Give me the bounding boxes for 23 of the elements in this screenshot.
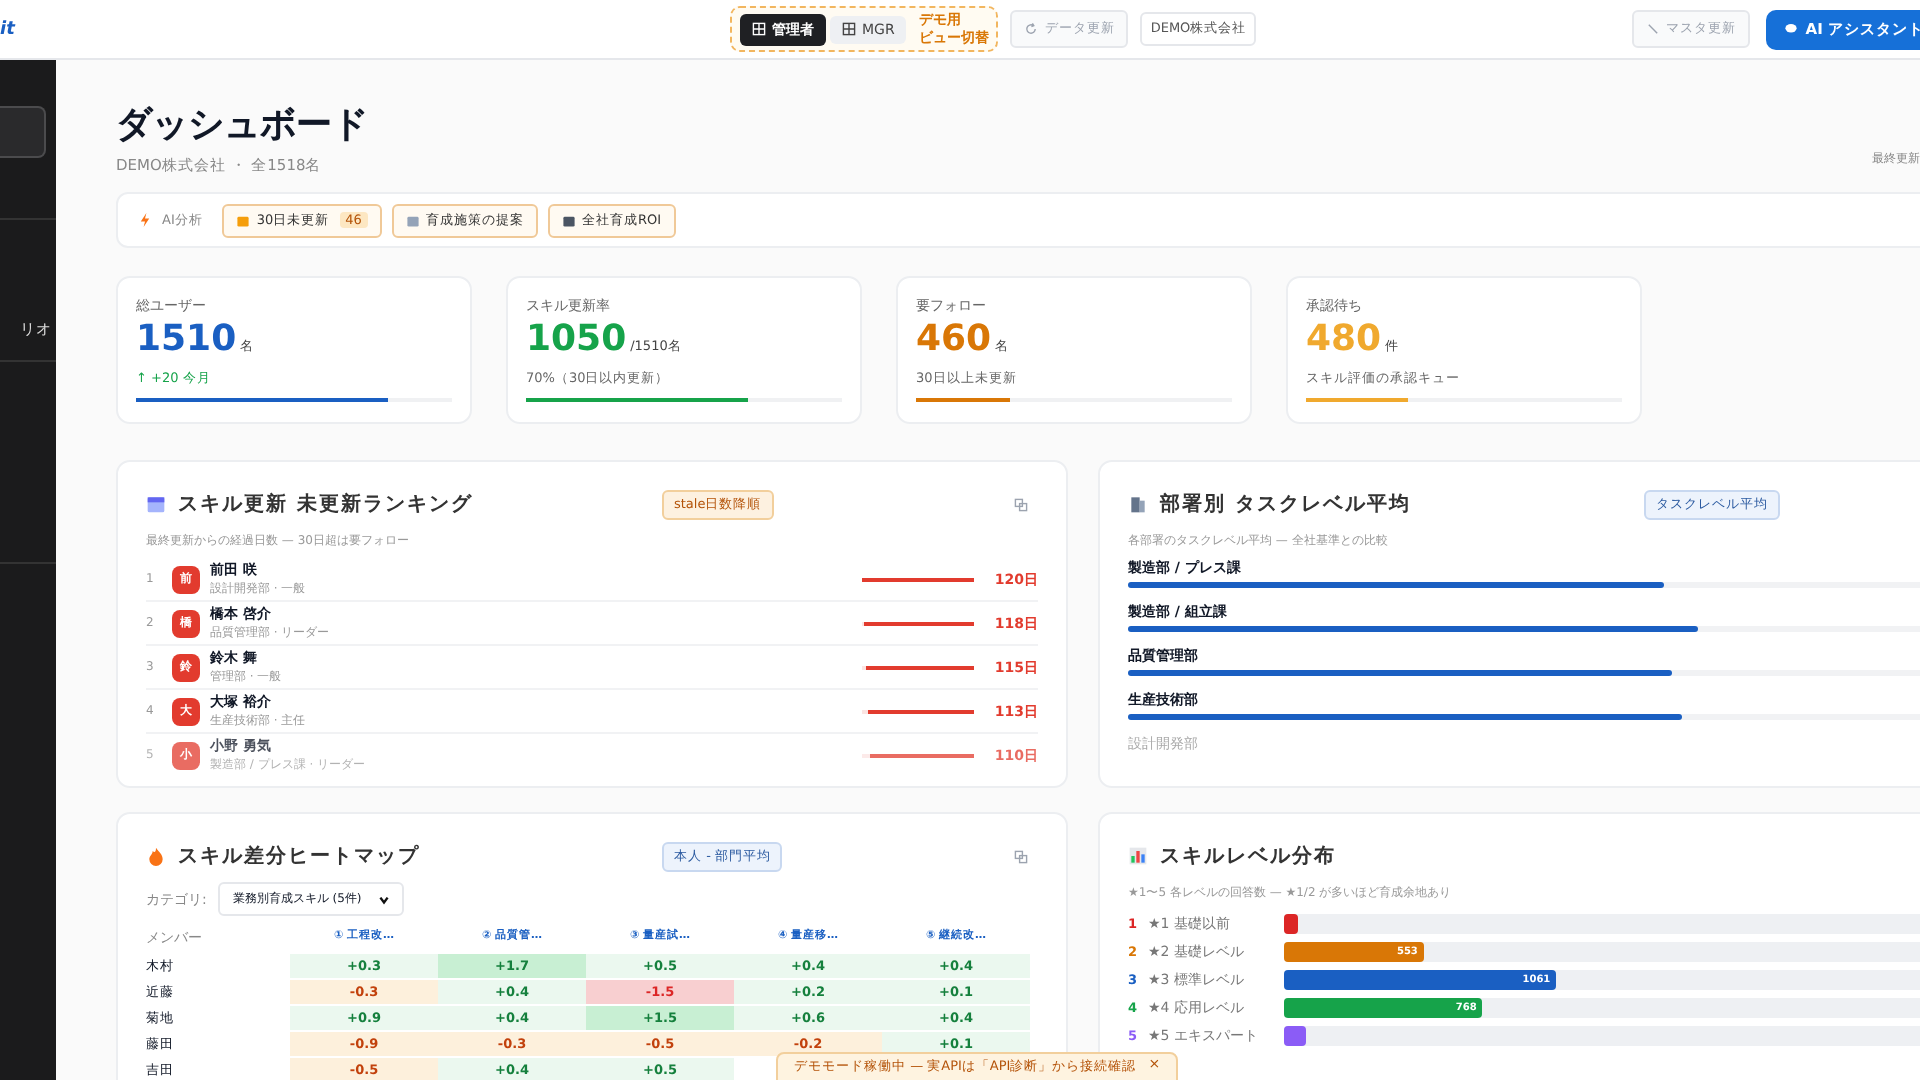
- copy-icon[interactable]: [1014, 849, 1028, 863]
- kpi-value: 1050: [526, 322, 627, 358]
- copy-icon[interactable]: [1014, 497, 1028, 511]
- refresh-icon: [1024, 22, 1039, 36]
- chat-icon: [1783, 22, 1798, 36]
- kpi-value: 480: [1306, 322, 1382, 358]
- kpi-value: 1510: [136, 322, 237, 358]
- panel-title: スキルレベル分布: [1160, 843, 1338, 870]
- panel-title: スキル差分ヒートマップ: [178, 842, 422, 870]
- flame-icon: [146, 846, 166, 866]
- chevron-down-icon: [377, 893, 390, 905]
- building-icon: [1128, 494, 1148, 514]
- sidebar-item[interactable]: [0, 106, 46, 158]
- calendar-icon: [146, 494, 166, 514]
- panel-title: スキル更新 未更新ランキング: [178, 490, 475, 518]
- logo: it: [0, 19, 18, 39]
- page-title: ダッシュボード: [116, 102, 368, 148]
- grid-icon: [842, 22, 856, 36]
- lightning-icon: [138, 212, 152, 228]
- panel-title: 部署別 タスクレベル平均: [1160, 491, 1413, 518]
- grid-icon: [752, 22, 766, 36]
- bar-chart-icon: [1128, 846, 1148, 866]
- kpi-value: 460: [916, 322, 992, 358]
